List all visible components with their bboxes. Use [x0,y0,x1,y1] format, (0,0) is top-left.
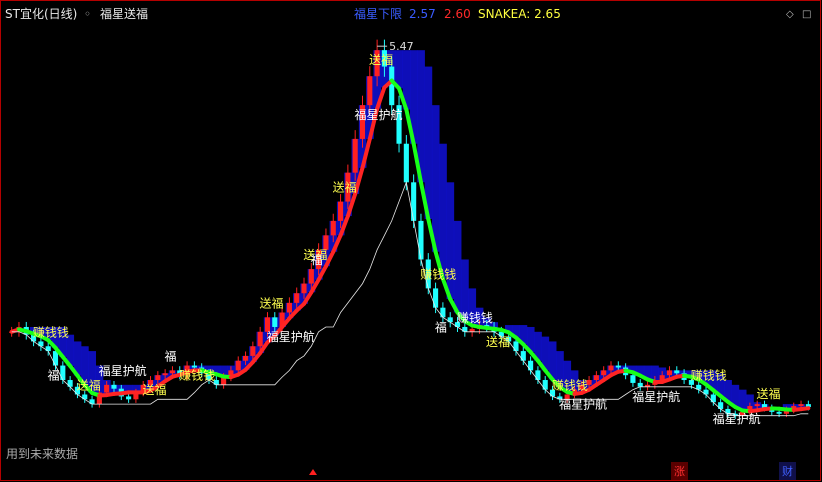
annotation-label: 福 [311,252,323,267]
candle-body [615,365,621,368]
up-marker: 涨 [671,462,688,480]
band-segment [431,105,440,252]
symbol-title: ST宜化(日线) [5,7,78,21]
candle-body [155,375,161,381]
annotation-label: 赚钱钱 [33,324,69,339]
annotation-label: 福星护航 [354,107,402,122]
annotation-label: 福 [48,368,60,383]
candle-body [718,402,724,409]
candle-body [389,66,395,106]
annotation-label: 福 [164,348,176,363]
band-segment [446,182,455,300]
candle-body [630,375,636,383]
candle-body [367,76,373,106]
trend-line-segment [799,406,811,412]
annotation-label: 送福 [77,377,101,392]
band-value-1: 2.57 [409,7,436,21]
band-segment [439,143,447,279]
candle-body [710,394,716,403]
square-icon[interactable]: □ [802,9,811,20]
candle-body [418,220,424,260]
candle-body [104,384,110,393]
peak-label: 5.47 [389,40,414,53]
band-segment [395,50,403,89]
candle-body [798,404,804,407]
candle-body [89,399,95,405]
band-value-2: 2.60 [444,7,471,21]
indicator-name[interactable]: 福星送福 [100,7,148,21]
annotation-label: 赚钱钱 [179,368,215,383]
candle-body [754,404,760,407]
candle-body [352,138,358,173]
candle-body [191,365,197,368]
lower-bound-line [11,180,809,417]
annotation-label: 赚钱钱 [420,266,456,281]
candle-body [272,317,278,327]
candle-body [330,220,336,236]
candle-body [60,365,66,381]
candle-body [637,382,643,387]
annotation-label: 送福 [333,180,357,195]
candle-body [535,370,541,381]
candle-body [520,351,526,361]
price-chart[interactable]: 5.47送福送福福星护航送福福送福福星护航赚钱钱福赚钱钱送福赚钱钱福星护航送福送… [0,0,822,482]
annotation-label: 赚钱钱 [457,310,493,325]
candle-body [403,143,409,183]
candle-body [126,396,132,400]
annotation-label: 送福 [143,382,167,397]
candle-body [433,288,439,308]
candle-body [469,328,475,332]
candle-body [593,375,599,381]
annotation-label: 赚钱钱 [552,377,588,392]
candle-body [294,293,300,303]
candle-body [169,370,176,374]
candle-body [67,380,73,387]
candle-body [162,373,168,376]
annotation-label: 福星护航 [632,389,680,404]
candle-body [308,269,314,284]
candle-body [111,384,117,389]
annotation-label: 送福 [259,295,283,310]
candle-body [674,370,680,374]
diamond-icon[interactable]: ◇ [786,9,794,20]
annotation-label: 福星护航 [267,329,315,344]
annotation-label: 送福 [369,52,393,67]
annotation-label: 赚钱钱 [691,368,727,383]
annotation-label: 送福 [486,334,510,349]
annotation-label: 福 [435,319,447,334]
candle-body [440,307,446,318]
future-data-note: 用到未来数据 [6,447,79,461]
candle-body [52,351,59,366]
band-segment [424,66,433,219]
candle-body [411,182,417,221]
candle-body [338,201,344,221]
band-label: 福星下限 [354,7,403,21]
candle-body [528,360,534,371]
scroll-up-icon[interactable] [309,469,317,475]
candle-body [601,370,607,376]
fin-marker: 财 [779,462,796,480]
candle-body [235,360,241,371]
dot-separator: ◦ [84,7,92,21]
candle-body [776,411,782,414]
annotation-label: 送福 [756,386,780,401]
candle-body [608,365,614,371]
candle-body [513,341,519,352]
annotation-label: 福星护航 [99,363,147,378]
candle-body [301,283,307,294]
annotation-label: 福星护航 [713,411,761,426]
annotation-label: 福星护航 [559,396,607,411]
candle-body [542,380,548,390]
candle-body [666,370,673,376]
candle-body [250,346,256,356]
candle-body [286,302,292,313]
candle-body [242,355,249,361]
snake-value: SNAKEA: 2.65 [478,7,561,21]
candle-body [257,331,263,347]
